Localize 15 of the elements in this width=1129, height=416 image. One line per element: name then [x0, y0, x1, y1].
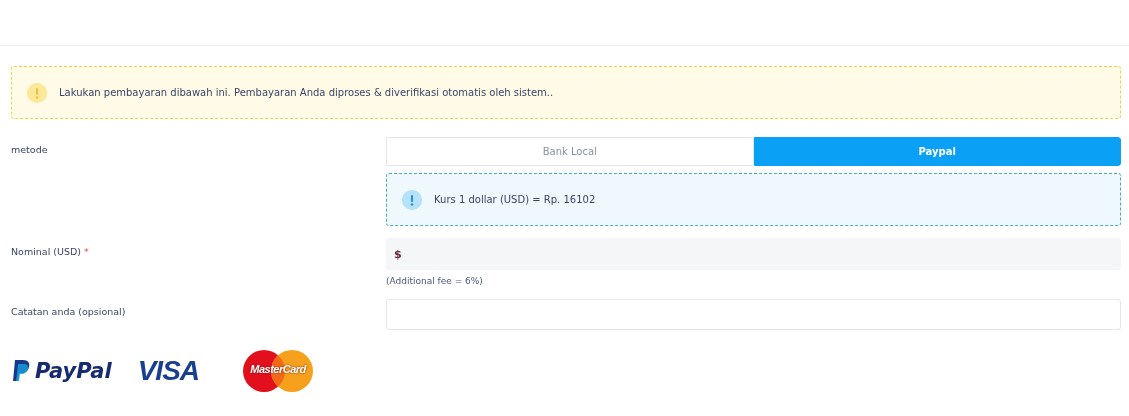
method-tab[interactable]: Bank Local: [386, 137, 754, 166]
field-label: Catatan anda (opsional): [11, 305, 127, 319]
alert-message: Lakukan pembayaran dibawah ini. Pembayaran Anda diproses & diverifikasi otomatis oleh sistem..: [59, 87, 554, 98]
note-field[interactable]: [386, 299, 1121, 330]
visa-logo: VISA: [137, 355, 200, 387]
fee-note: (Additional fee = 6%): [386, 276, 484, 286]
field-label: metode: [11, 143, 49, 157]
exchange-rate-info: Kurs 1 dollar (USD) = Rp. 16102: [434, 194, 596, 205]
field-label: Nominal (USD) *: [11, 245, 90, 259]
warning-icon: [402, 189, 422, 210]
amount-field[interactable]: $: [386, 238, 1121, 270]
warning-icon: [27, 82, 47, 103]
paypal-logo: PayPal: [11, 359, 112, 383]
mastercard-logo: MasterCard: [243, 350, 314, 392]
method-tab[interactable]: Paypal: [753, 137, 1121, 166]
